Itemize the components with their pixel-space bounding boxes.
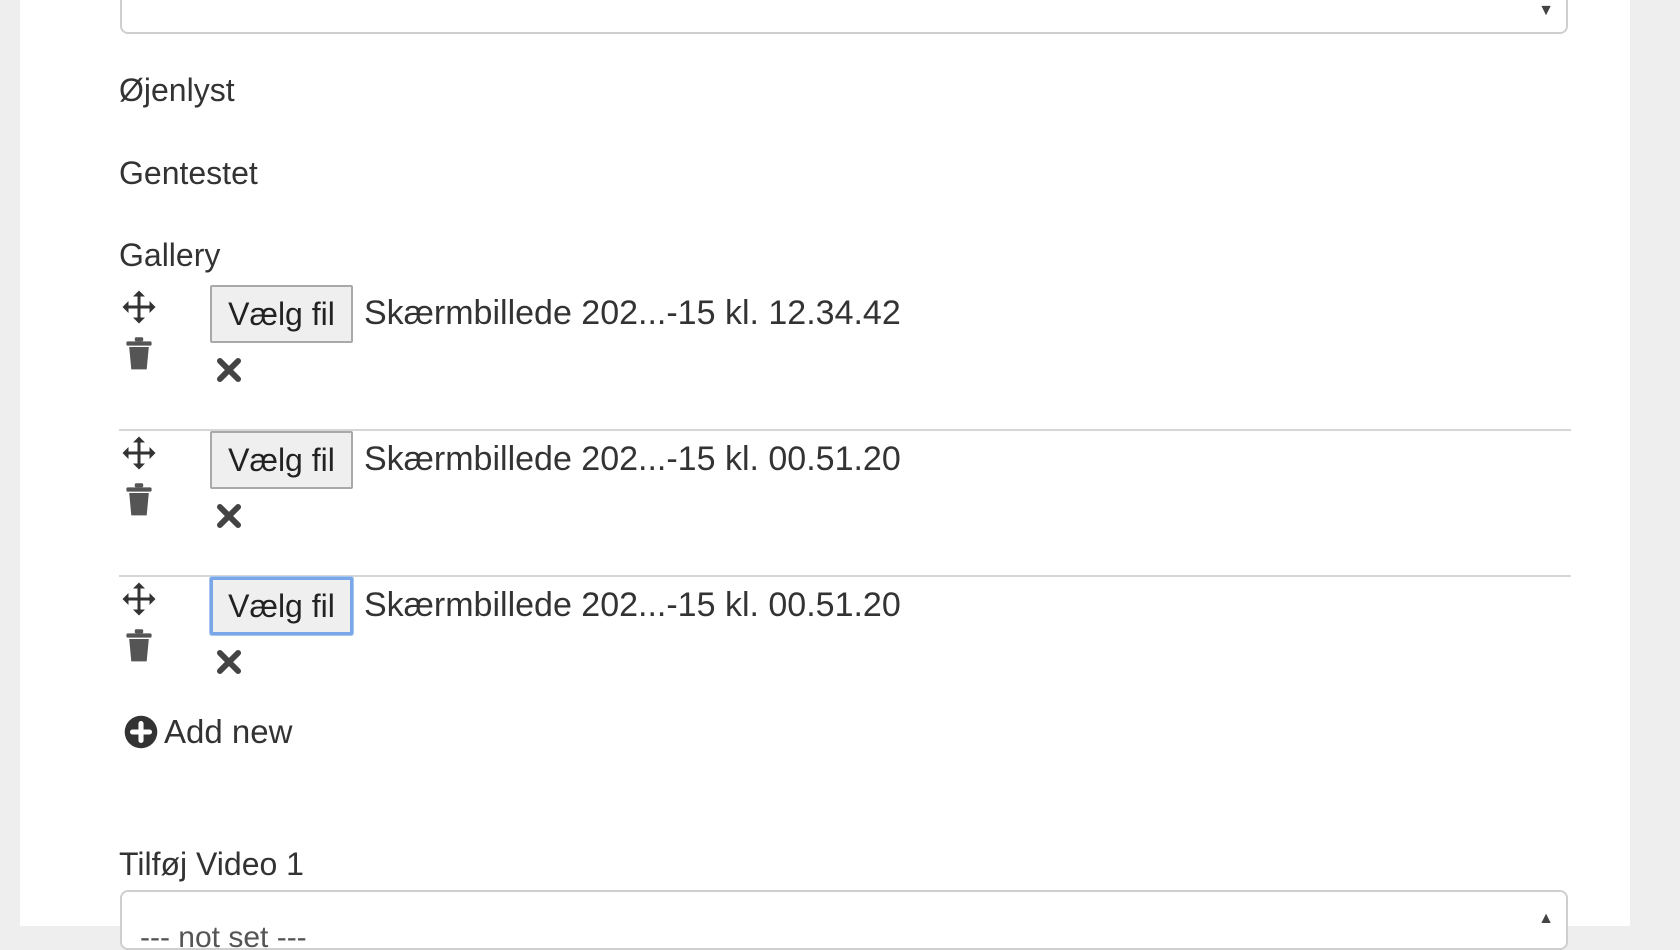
gallery-item: Vælg fil Skærmbillede 202...-15 kl. 00.5…: [119, 577, 1571, 721]
file-name: Skærmbillede 202...-15 kl. 00.51.20: [364, 440, 901, 478]
chevron-down-icon: ▼: [1538, 2, 1554, 19]
gallery-item: Vælg fil Skærmbillede 202...-15 kl. 00.5…: [119, 431, 1571, 577]
video-select[interactable]: --- not set --- ▲: [120, 890, 1568, 950]
file-name: Skærmbillede 202...-15 kl. 00.51.20: [364, 586, 901, 624]
file-name: Skærmbillede 202...-15 kl. 12.34.42: [364, 294, 901, 332]
form-panel: --- not set --- ▼ Øjenlyst Gentestet Gal…: [20, 0, 1630, 950]
top-select[interactable]: --- not set --- ▼: [120, 0, 1568, 34]
add-new-button[interactable]: Add new: [124, 710, 292, 754]
choose-file-button[interactable]: Vælg fil: [210, 577, 353, 635]
top-select-value: --- not set ---: [140, 0, 307, 12]
trash-icon[interactable]: [125, 337, 153, 371]
trash-icon[interactable]: [125, 629, 153, 663]
eye-light-label: Øjenlyst: [119, 72, 235, 108]
plus-circle-icon: [124, 715, 158, 749]
choose-file-button[interactable]: Vælg fil: [210, 431, 353, 489]
video-select-value: --- not set ---: [140, 921, 307, 950]
move-icon[interactable]: [121, 289, 157, 325]
close-x-icon[interactable]: [216, 357, 242, 383]
choose-file-button[interactable]: Vælg fil: [210, 285, 353, 343]
gene-tested-label: Gentestet: [119, 155, 258, 191]
chevron-up-icon: ▲: [1538, 910, 1554, 927]
close-x-icon[interactable]: [216, 649, 242, 675]
trash-icon[interactable]: [125, 483, 153, 517]
gallery-label: Gallery: [119, 237, 221, 273]
close-x-icon[interactable]: [216, 503, 242, 529]
gallery-item: Vælg fil Skærmbillede 202...-15 kl. 12.3…: [119, 285, 1571, 431]
move-icon[interactable]: [121, 435, 157, 471]
add-new-label: Add new: [164, 713, 293, 750]
add-video-label: Tilføj Video 1: [119, 846, 304, 882]
move-icon[interactable]: [121, 581, 157, 617]
